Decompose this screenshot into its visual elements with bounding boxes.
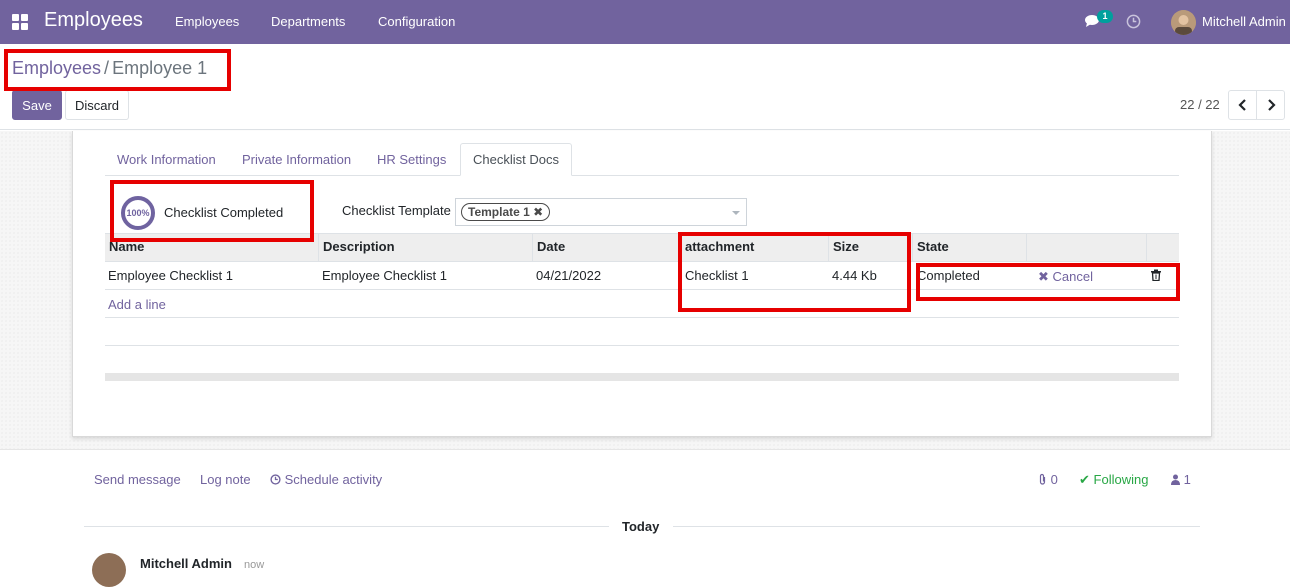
apps-menu-icon[interactable] [12, 14, 28, 30]
save-button[interactable]: Save [12, 90, 62, 120]
cell-attachment[interactable]: Checklist 1 [685, 268, 749, 283]
column-header-description[interactable]: Description [319, 234, 533, 261]
menu-item-departments[interactable]: Departments [271, 14, 345, 29]
chatter-area [0, 449, 1290, 563]
attachments-count: 0 [1050, 472, 1058, 487]
breadcrumb-current: Employee 1 [112, 58, 208, 78]
send-message-button[interactable]: Send message [94, 472, 181, 487]
cell-size: 4.44 Kb [832, 268, 877, 283]
user-icon [1171, 474, 1180, 485]
empty-row [105, 318, 1179, 346]
user-name[interactable]: Mitchell Admin [1202, 14, 1286, 29]
paperclip-icon [1039, 473, 1046, 485]
pager-value[interactable]: 22 / 22 [1180, 97, 1220, 112]
table-header: Name Description Date attachment Size St… [105, 233, 1179, 262]
column-header-size[interactable]: Size [829, 234, 913, 261]
column-header-name[interactable]: Name [105, 234, 319, 261]
template-tag: Template 1 ✖ [461, 203, 551, 221]
cell-name[interactable]: Employee Checklist 1 [108, 268, 233, 283]
column-header-state[interactable]: State [913, 234, 1027, 261]
cancel-label: Cancel [1052, 269, 1093, 284]
chevron-right-icon [1267, 99, 1276, 111]
message-count-badge: 1 [1097, 10, 1113, 23]
column-header-action [1027, 234, 1147, 261]
breadcrumb-separator: / [104, 58, 110, 78]
table-row[interactable]: Employee Checklist 1 Employee Checklist … [105, 262, 1179, 290]
dropdown-caret-icon[interactable] [732, 211, 740, 215]
checklist-progress-circle: 100% [121, 196, 155, 230]
tab-checklist-docs[interactable]: Checklist Docs [460, 143, 572, 176]
top-navbar: Employees Employees Departments Configur… [0, 0, 1290, 44]
column-header-date[interactable]: Date [533, 234, 681, 261]
tab-private-information[interactable]: Private Information [242, 152, 351, 167]
date-separator-line-right [673, 526, 1200, 527]
following-label: Following [1093, 472, 1149, 487]
schedule-activity-label: Schedule activity [284, 472, 383, 487]
add-line-row [105, 290, 1179, 318]
cell-state: Completed [917, 268, 980, 283]
delete-trash-icon[interactable] [1150, 269, 1162, 281]
followers-count: 1 [1183, 472, 1191, 487]
pager-next-button[interactable] [1256, 90, 1285, 120]
add-line-link[interactable]: Add a line [108, 297, 166, 312]
log-note-button[interactable]: Log note [200, 472, 251, 487]
cell-description[interactable]: Employee Checklist 1 [322, 268, 447, 283]
followers-button[interactable]: 1 [1171, 472, 1191, 487]
tabs-divider [105, 175, 1179, 176]
following-button[interactable]: ✔ Following [1079, 472, 1148, 488]
app-title[interactable]: Employees [44, 9, 143, 32]
message-author-avatar[interactable] [92, 553, 126, 587]
cancel-x-icon: ✖ [1038, 269, 1049, 284]
cell-date[interactable]: 04/21/2022 [536, 268, 601, 283]
column-header-attachment[interactable]: attachment [681, 234, 829, 261]
breadcrumb: Employees / Employee 1 [12, 58, 207, 79]
menu-item-configuration[interactable]: Configuration [378, 14, 455, 29]
checklist-template-label: Checklist Template [342, 203, 451, 218]
user-avatar[interactable] [1171, 10, 1196, 35]
chevron-left-icon [1237, 99, 1246, 111]
control-panel: Employees / Employee 1 Save Discard 22 / 2… [0, 44, 1290, 130]
pager-previous-button[interactable] [1228, 90, 1257, 120]
date-separator-line-left [84, 526, 609, 527]
message-time: now [244, 559, 265, 571]
remove-tag-icon[interactable]: ✖ [533, 205, 543, 219]
check-icon: ✔ [1079, 472, 1090, 487]
date-separator: Today [622, 519, 660, 534]
attachments-button[interactable]: 0 [1038, 472, 1058, 487]
schedule-activity-button[interactable]: Schedule activity [270, 472, 382, 487]
checklist-progress-label: Checklist Completed [164, 205, 284, 220]
template-tag-label: Template 1 [468, 205, 530, 219]
discard-button[interactable]: Discard [65, 90, 129, 120]
message-author[interactable]: Mitchell Admin [140, 556, 232, 571]
menu-item-employees[interactable]: Employees [175, 14, 239, 29]
breadcrumb-parent-link[interactable]: Employees [12, 58, 101, 78]
tab-work-information[interactable]: Work Information [117, 152, 216, 167]
cancel-button[interactable]: ✖ Cancel [1038, 269, 1093, 285]
table-footer [105, 373, 1179, 381]
clock-icon [270, 474, 281, 485]
activity-clock-icon[interactable] [1126, 14, 1141, 29]
checklist-template-field[interactable]: Template 1 ✖ [455, 198, 747, 226]
tab-hr-settings[interactable]: HR Settings [377, 152, 446, 167]
